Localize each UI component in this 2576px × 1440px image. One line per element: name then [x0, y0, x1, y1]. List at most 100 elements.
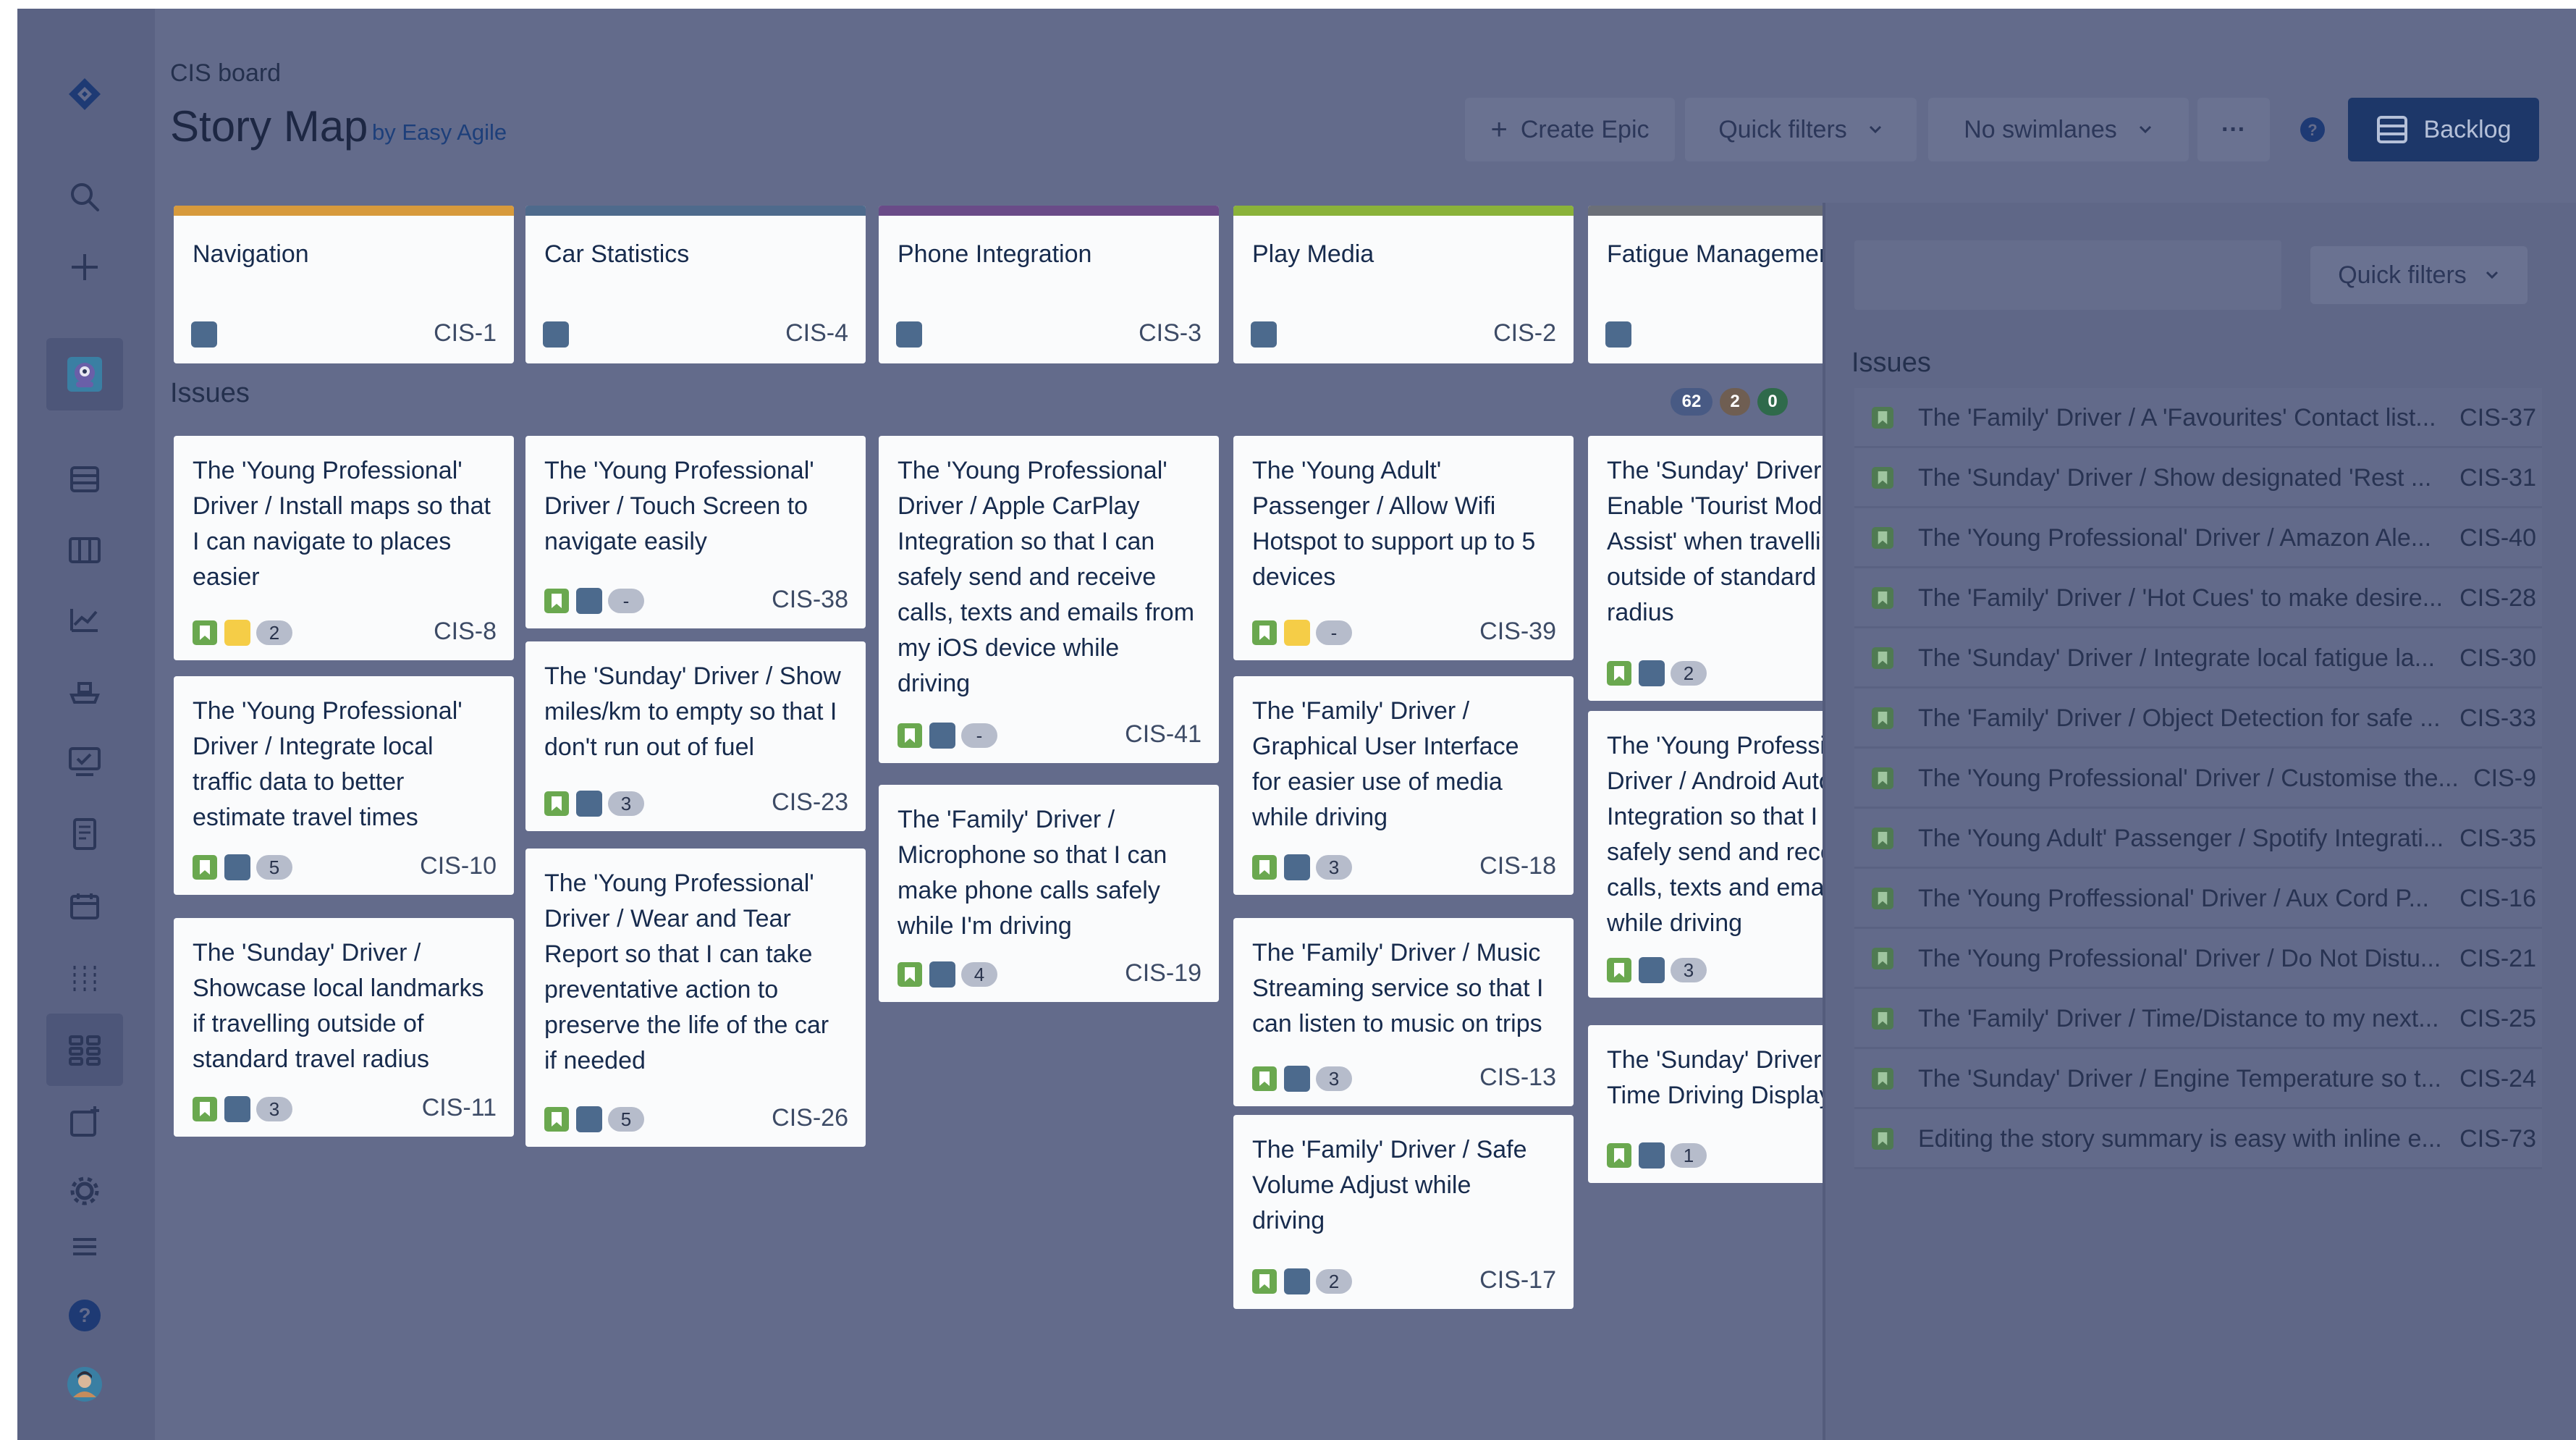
backlog-issue-key[interactable]: CIS-40: [2459, 524, 2536, 552]
backlog-issue-key[interactable]: CIS-21: [2459, 945, 2536, 973]
story-summary: The 'Young Professional' Driver / Instal…: [193, 457, 491, 591]
backlog-issue-key[interactable]: CIS-33: [2459, 704, 2536, 733]
backlog-issue-row[interactable]: The 'Young Adult' Passenger / Spotify In…: [1854, 809, 2542, 869]
backlog-issue-row[interactable]: The 'Sunday' Driver / Integrate local fa…: [1854, 628, 2542, 689]
story-summary: The 'Young Professional' Driver / Wear a…: [544, 870, 829, 1074]
epic-swatch: [576, 791, 602, 817]
story-key[interactable]: CIS-23: [772, 788, 848, 817]
backlog-issue-row[interactable]: The 'Family' Driver / A 'Favourites' Con…: [1854, 388, 2542, 448]
backlog-issue-row[interactable]: Editing the story summary is easy with i…: [1854, 1109, 2542, 1169]
done-count-badge: 0: [1757, 388, 1788, 416]
story-card[interactable]: The 'Sunday' Driver / Show miles/km to e…: [525, 641, 866, 831]
backlog-issue-key[interactable]: CIS-73: [2459, 1125, 2536, 1153]
epic-key[interactable]: CIS-1: [434, 319, 497, 348]
story-card-footer: -: [544, 588, 644, 614]
backlog-issue-key[interactable]: CIS-37: [2459, 404, 2536, 432]
story-key[interactable]: CIS-39: [1479, 618, 1556, 646]
backlog-issue-row[interactable]: The 'Family' Driver / 'Hot Cues' to make…: [1854, 568, 2542, 628]
epic-color-bar: [1588, 206, 1823, 216]
story-key[interactable]: CIS-41: [1125, 720, 1202, 749]
backlog-issue-row[interactable]: The 'Sunday' Driver / Engine Temperature…: [1854, 1049, 2542, 1109]
epic-card[interactable]: Fatigue Management: [1588, 206, 1823, 363]
story-card[interactable]: The 'Family' Driver / Safe Volume Adjust…: [1233, 1115, 1574, 1309]
epic-card[interactable]: Phone Integration CIS-3: [879, 206, 1219, 363]
story-card[interactable]: The 'Young Professional' Driver / Instal…: [174, 436, 514, 660]
epic-card[interactable]: Navigation CIS-1: [174, 206, 514, 363]
backlog-issue-row[interactable]: The 'Family' Driver / Time/Distance to m…: [1854, 989, 2542, 1049]
story-map-board: Navigation CIS-1 Car Statistics CIS-4 Phone …: [17, 9, 1823, 1440]
story-type-icon: [1872, 587, 1893, 609]
story-card-footer: 3: [544, 791, 644, 817]
backlog-issue-row[interactable]: The 'Young Professional' Driver / Amazon…: [1854, 508, 2542, 568]
story-type-icon: [1872, 407, 1893, 429]
backlog-issue-row[interactable]: The 'Young Professional' Driver / Custom…: [1854, 749, 2542, 809]
panel-quick-filters-button[interactable]: Quick filters: [2310, 246, 2528, 304]
backlog-issue-key[interactable]: CIS-30: [2459, 644, 2536, 673]
story-summary: The 'Family' Driver / Microphone so that…: [898, 806, 1167, 940]
epic-name: Car Statistics: [544, 240, 690, 268]
story-type-icon: [544, 589, 569, 613]
epic-color-bar: [525, 206, 866, 216]
backlog-button[interactable]: Backlog: [2348, 98, 2539, 161]
backlog-issue-row[interactable]: The 'Family' Driver / Object Detection f…: [1854, 689, 2542, 749]
story-key[interactable]: CIS-18: [1479, 852, 1556, 880]
story-card[interactable]: The 'Young Professional' Driver / Wear a…: [525, 849, 866, 1147]
epic-card[interactable]: Car Statistics CIS-4: [525, 206, 866, 363]
in-progress-count-badge: 2: [1720, 388, 1750, 416]
backlog-issue-summary: The 'Young Professional' Driver / Amazon…: [1918, 524, 2432, 552]
epic-key[interactable]: CIS-2: [1493, 319, 1556, 348]
backlog-issue-key[interactable]: CIS-25: [2459, 1005, 2536, 1033]
backlog-issue-key[interactable]: CIS-9: [2473, 765, 2536, 793]
backlog-issue-row[interactable]: The 'Young Professional' Driver / Do Not…: [1854, 929, 2542, 989]
epic-color-bar: [879, 206, 1219, 216]
backlog-issue-row[interactable]: The 'Young Proffessional' Driver / Aux C…: [1854, 869, 2542, 929]
backlog-issue-key[interactable]: CIS-35: [2459, 825, 2536, 853]
svg-text:?: ?: [2307, 121, 2317, 139]
story-key[interactable]: CIS-38: [772, 586, 848, 614]
story-card[interactable]: The 'Young Professional' Driver / Apple …: [879, 436, 1219, 763]
story-card[interactable]: The 'Young Professional' Driver / Integr…: [174, 676, 514, 895]
backlog-issue-key[interactable]: CIS-31: [2459, 464, 2536, 492]
backlog-icon: [2376, 116, 2407, 143]
story-key[interactable]: CIS-26: [772, 1104, 848, 1132]
story-card[interactable]: The 'Sunday' Driver / Time Driving Displ…: [1588, 1025, 1823, 1183]
story-card[interactable]: The 'Family' Driver / Graphical User Int…: [1233, 676, 1574, 895]
story-key[interactable]: CIS-8: [434, 618, 497, 646]
panel-search-input[interactable]: [1854, 240, 2281, 310]
story-type-icon: [1872, 1008, 1893, 1030]
story-key[interactable]: CIS-13: [1479, 1064, 1556, 1092]
subtask-count-badge: 3: [256, 1097, 292, 1121]
story-key[interactable]: CIS-11: [422, 1094, 497, 1122]
epic-key[interactable]: CIS-3: [1139, 319, 1202, 348]
backlog-panel: Quick filters Issues The 'Family' Driver…: [1823, 203, 2576, 1440]
story-card[interactable]: The 'Young Professional' Driver / Touch …: [525, 436, 866, 628]
story-card-footer: 4: [898, 961, 997, 988]
app-window: ? CIS board Story Map by Easy Agile + Cr…: [17, 9, 2576, 1440]
story-summary: The 'Family' Driver / Graphical User Int…: [1252, 697, 1519, 831]
story-summary: The 'Family' Driver / Music Streaming se…: [1252, 939, 1544, 1037]
backlog-issue-key[interactable]: CIS-28: [2459, 584, 2536, 612]
swimlanes-dropdown[interactable]: No swimlanes: [1928, 98, 2189, 161]
story-card[interactable]: The 'Family' Driver / Music Streaming se…: [1233, 918, 1574, 1106]
epic-key[interactable]: CIS-4: [785, 319, 848, 348]
epic-card[interactable]: Play Media CIS-2: [1233, 206, 1574, 363]
story-card[interactable]: The 'Young Adult' Passenger / Allow Wifi…: [1233, 436, 1574, 660]
story-card[interactable]: The 'Sunday' Driver / Showcase local lan…: [174, 918, 514, 1137]
backlog-issue-key[interactable]: CIS-16: [2459, 885, 2536, 913]
todo-count-badge: 62: [1671, 388, 1713, 416]
backlog-issue-row[interactable]: The 'Sunday' Driver / Show designated 'R…: [1854, 448, 2542, 508]
more-options-button[interactable]: ···: [2197, 98, 2270, 161]
backlog-issue-summary: The 'Young Proffessional' Driver / Aux C…: [1918, 885, 2429, 912]
subtask-count-badge: -: [1316, 620, 1352, 645]
board-help-icon[interactable]: ?: [2280, 98, 2345, 161]
story-type-icon: [1252, 1066, 1277, 1091]
backlog-issue-key[interactable]: CIS-24: [2459, 1065, 2536, 1093]
story-key[interactable]: CIS-17: [1479, 1266, 1556, 1294]
epic-swatch: [1639, 660, 1665, 686]
story-card[interactable]: The 'Young Professio Driver / Android Au…: [1588, 711, 1823, 998]
story-type-icon: [1872, 527, 1893, 549]
story-key[interactable]: CIS-19: [1125, 959, 1202, 988]
story-card[interactable]: The 'Family' Driver / Microphone so that…: [879, 785, 1219, 1002]
story-card[interactable]: The 'Sunday' Driver / Enable 'Tourist Mo…: [1588, 436, 1823, 701]
story-key[interactable]: CIS-10: [420, 852, 497, 880]
